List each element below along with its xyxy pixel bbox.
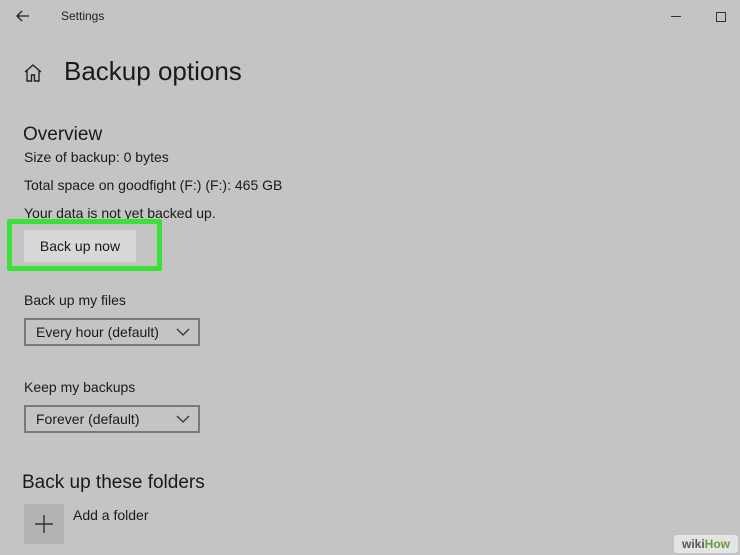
title-bar: Settings bbox=[0, 0, 740, 33]
overview-heading: Overview bbox=[23, 124, 103, 145]
wikihow-watermark: wikiHow bbox=[674, 535, 738, 553]
settings-window: Settings Backup options Overview Size of… bbox=[0, 0, 740, 555]
keep-backups-label: Keep my backups bbox=[24, 379, 136, 395]
backup-size-text: Size of backup: 0 bytes bbox=[24, 149, 169, 165]
total-space-text: Total space on goodfight (F:) (F:): 465 … bbox=[24, 177, 283, 193]
add-folder-label[interactable]: Add a folder bbox=[73, 507, 149, 523]
maximize-icon[interactable] bbox=[711, 6, 731, 26]
chevron-down-icon bbox=[176, 415, 190, 423]
back-up-files-label: Back up my files bbox=[24, 292, 126, 308]
backup-frequency-value: Every hour (default) bbox=[36, 324, 159, 340]
plus-icon bbox=[35, 515, 53, 533]
keep-backups-dropdown[interactable]: Forever (default) bbox=[24, 405, 200, 433]
page-title: Backup options bbox=[64, 56, 242, 86]
window-title: Settings bbox=[61, 9, 105, 23]
back-arrow-icon bbox=[16, 10, 29, 22]
home-icon[interactable] bbox=[22, 62, 44, 84]
backup-folders-heading: Back up these folders bbox=[22, 472, 205, 493]
back-up-now-button[interactable]: Back up now bbox=[24, 230, 136, 262]
minimize-icon[interactable] bbox=[668, 6, 684, 26]
add-folder-button[interactable] bbox=[24, 504, 64, 544]
chevron-down-icon bbox=[176, 328, 190, 336]
backup-frequency-dropdown[interactable]: Every hour (default) bbox=[24, 318, 200, 346]
keep-backups-value: Forever (default) bbox=[36, 411, 140, 427]
back-button[interactable] bbox=[10, 4, 36, 28]
